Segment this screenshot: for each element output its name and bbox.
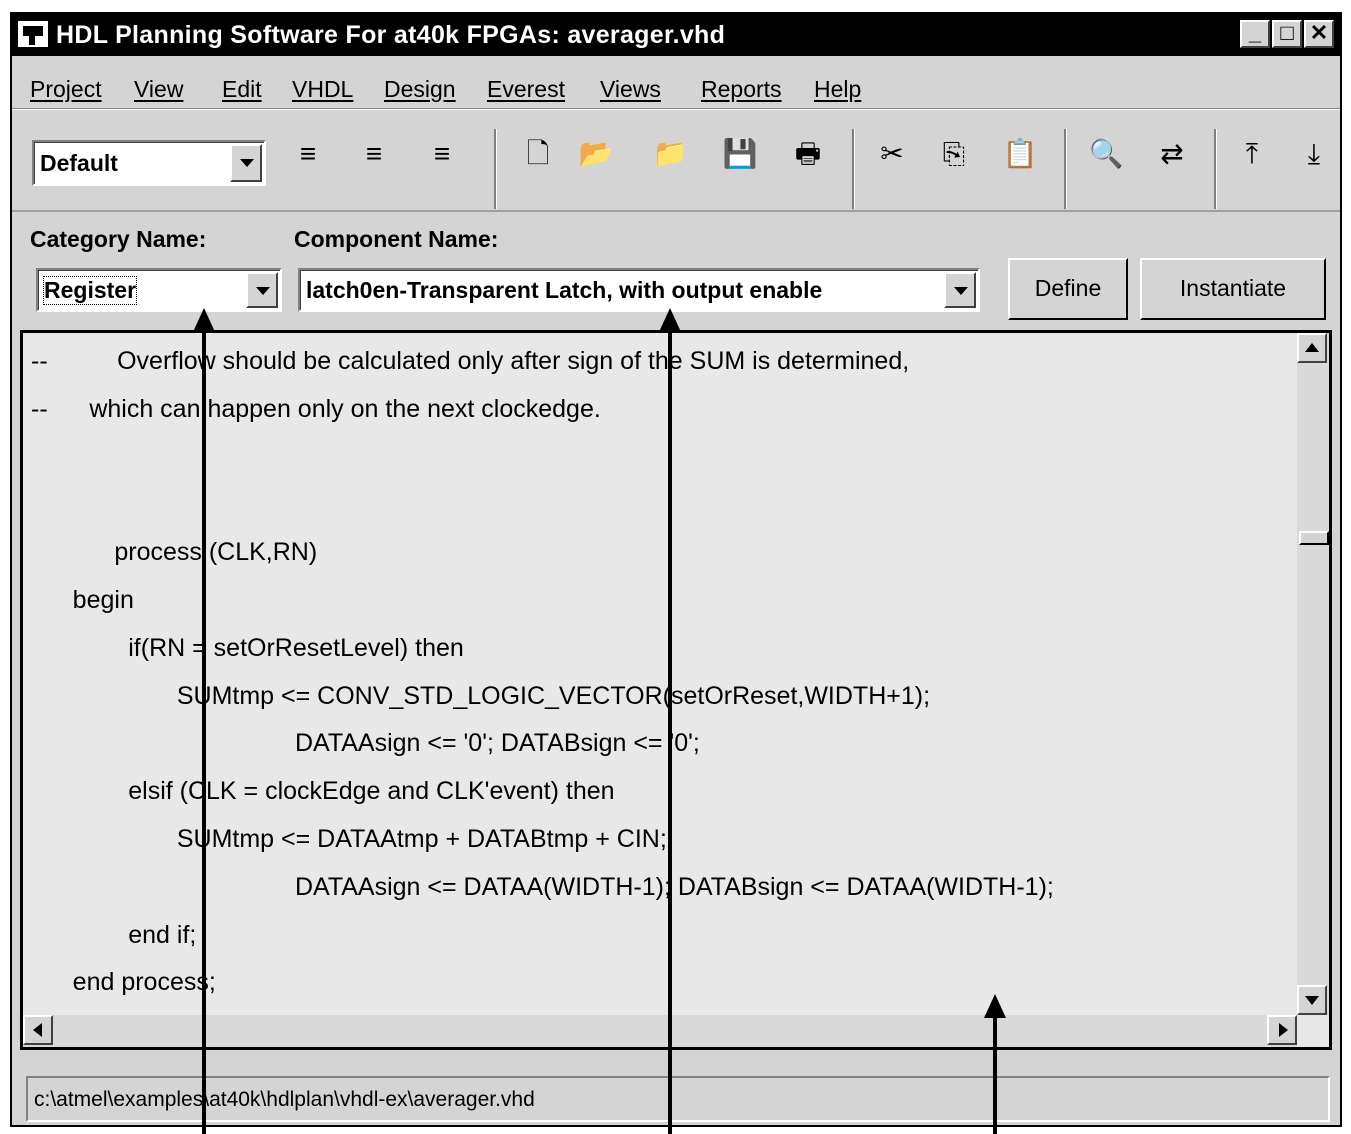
close-button[interactable]: ✕	[1304, 20, 1334, 48]
toolbar-separator	[1064, 129, 1067, 209]
app-window: HDL Planning Software For at40k FPGAs: a…	[10, 12, 1342, 1127]
menu-reports[interactable]: Reports	[701, 76, 782, 103]
chevron-down-icon[interactable]	[944, 272, 976, 308]
menu-view[interactable]: View	[134, 76, 183, 103]
app-icon[interactable]	[18, 21, 48, 47]
category-combo-value: Register	[42, 276, 138, 305]
code-line: -- Overflow should be calculated only af…	[31, 347, 910, 375]
paste-icon[interactable]: 📋	[1000, 136, 1040, 172]
menu-everest[interactable]: Everest	[487, 76, 565, 103]
code-line: end if;	[31, 921, 197, 949]
vertical-scrollbar[interactable]	[1297, 333, 1329, 1015]
callout-arrowhead	[984, 994, 1006, 1018]
chevron-down-icon[interactable]	[246, 272, 278, 308]
print-icon[interactable]: 🖶	[788, 136, 828, 172]
category-combo[interactable]: Register	[36, 268, 282, 312]
horizontal-scrollbar[interactable]	[23, 1015, 1297, 1047]
code-line: SUMtmp <= CONV_STD_LOGIC_VECTOR(setOrRes…	[31, 682, 931, 710]
align-right-icon[interactable]: ≡	[422, 136, 462, 172]
code-line: if(RN = setOrResetLevel) then	[31, 634, 464, 662]
style-combo[interactable]: Default	[32, 140, 266, 186]
component-combo-value: latch0en-Transparent Latch, with output …	[306, 277, 823, 303]
style-combo-value: Default	[40, 150, 118, 176]
scroll-left-icon[interactable]	[23, 1015, 53, 1045]
scroll-down-icon[interactable]	[1297, 985, 1327, 1015]
callout-arrow-category	[202, 330, 206, 1134]
new-file-icon[interactable]: 🗋	[518, 136, 558, 172]
menu-project[interactable]: Project	[30, 76, 102, 103]
vertical-scroll-thumb[interactable]	[1299, 531, 1329, 545]
minimize-button[interactable]: _	[1240, 20, 1270, 48]
category-label: Category Name:	[30, 226, 207, 252]
find-icon[interactable]: 🔍	[1086, 136, 1126, 172]
cut-icon[interactable]: ✂	[872, 136, 912, 172]
callout-arrowhead	[659, 308, 681, 332]
menu-help[interactable]: Help	[814, 76, 861, 103]
code-line: SUMtmp <= DATAAtmp + DATABtmp + CIN;	[31, 825, 667, 853]
menu-vhdl[interactable]: VHDL	[292, 76, 353, 103]
component-label: Component Name:	[294, 226, 499, 252]
toolbar-separator	[494, 129, 497, 209]
save-icon[interactable]: 💾	[720, 136, 760, 172]
move-bottom-icon[interactable]: ⤓	[1294, 136, 1334, 172]
align-center-icon[interactable]: ≡	[354, 136, 394, 172]
move-top-icon[interactable]: ⤒	[1232, 136, 1272, 172]
copy-icon[interactable]: ⎘	[934, 136, 974, 172]
file-path: c:\atmel\examples\at40k\hdlplan\vhdl-ex\…	[34, 1088, 535, 1111]
chevron-down-icon[interactable]	[230, 144, 262, 182]
code-editor[interactable]: -- Overflow should be calculated only af…	[20, 330, 1332, 1050]
replace-icon[interactable]: ⇄	[1152, 136, 1192, 172]
code-line: process (CLK,RN)	[31, 538, 318, 566]
callout-arrow-editor	[993, 1016, 997, 1134]
menu-design[interactable]: Design	[384, 76, 456, 103]
open-folder-icon[interactable]: 📁	[650, 136, 690, 172]
title-bar: HDL Planning Software For at40k FPGAs: a…	[12, 14, 1340, 56]
window-title: HDL Planning Software For at40k FPGAs: a…	[56, 21, 726, 49]
code-line: elsif (CLK = clockEdge and CLK'event) th…	[31, 777, 615, 805]
menu-bar: Project View Edit VHDL Design Everest Vi…	[12, 56, 1340, 109]
code-line: begin	[31, 586, 134, 614]
status-bar: c:\atmel\examples\at40k\hdlplan\vhdl-ex\…	[26, 1076, 1330, 1122]
callout-arrow-component	[668, 330, 672, 1134]
menu-views[interactable]: Views	[600, 76, 661, 103]
code-line: DATAAsign <= DATAA(WIDTH-1); DATABsign <…	[31, 873, 1054, 901]
component-combo[interactable]: latch0en-Transparent Latch, with output …	[298, 268, 980, 312]
maximize-button[interactable]: □	[1272, 20, 1302, 48]
code-line: -- which can happen only on the next clo…	[31, 395, 601, 423]
open-file-icon[interactable]: 📂	[576, 136, 616, 172]
scroll-up-icon[interactable]	[1297, 333, 1327, 363]
align-left-icon[interactable]: ≡	[288, 136, 328, 172]
scroll-right-icon[interactable]	[1267, 1015, 1297, 1045]
code-line: DATAAsign <= '0'; DATABsign <= '0';	[31, 729, 700, 757]
callout-arrowhead	[193, 308, 215, 332]
instantiate-button[interactable]: Instantiate	[1140, 258, 1326, 320]
toolbar-separator	[852, 129, 855, 209]
code-line: end process;	[31, 968, 216, 996]
define-button[interactable]: Define	[1008, 258, 1128, 320]
toolbar-separator	[1214, 129, 1217, 209]
menu-edit[interactable]: Edit	[222, 76, 262, 103]
